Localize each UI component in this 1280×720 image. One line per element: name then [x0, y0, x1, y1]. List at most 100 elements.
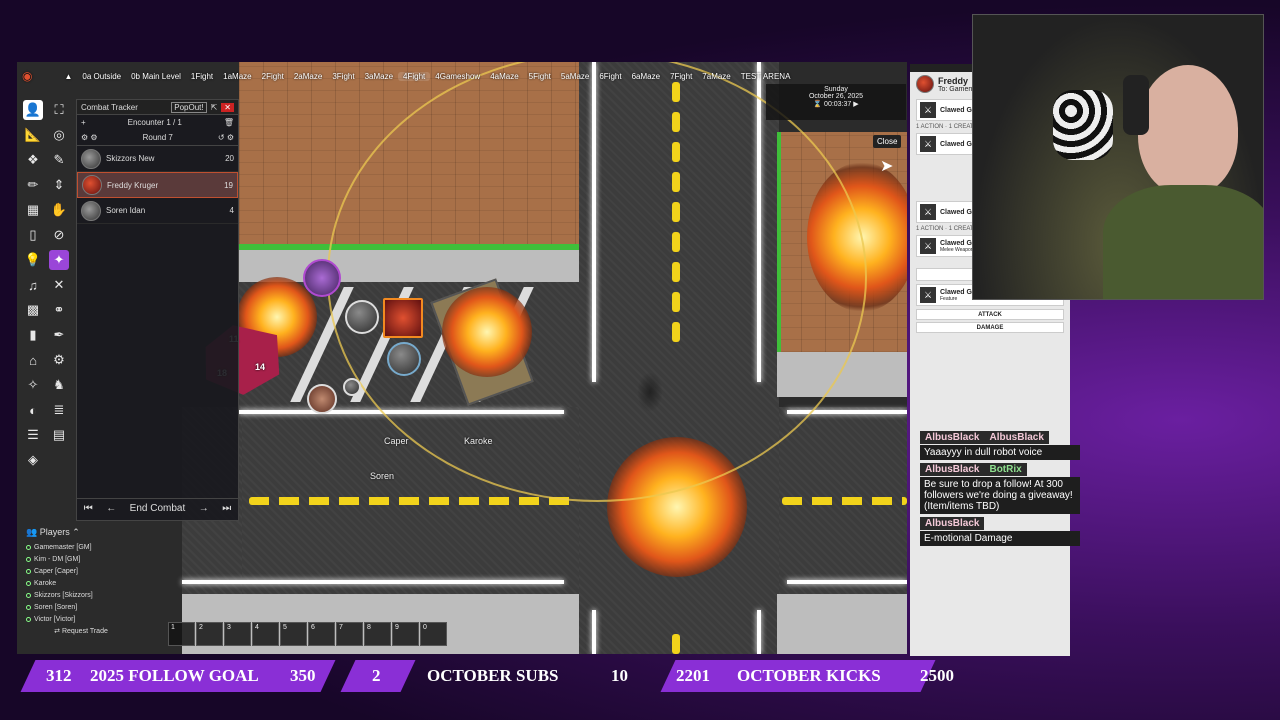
close-button[interactable]: Close [873, 135, 902, 148]
effects-icon[interactable]: ✦ [49, 250, 69, 270]
wand-icon[interactable]: ✧ [23, 375, 43, 395]
scene-tab[interactable]: 5aMaze [556, 72, 594, 81]
hotbar-slot[interactable]: 2 [196, 622, 223, 646]
request-trade-button[interactable]: ⇄ Request Trade [26, 627, 136, 635]
scene-tab[interactable]: 5Fight [524, 72, 556, 81]
token-controls-icon[interactable]: 👤 [23, 100, 43, 120]
scene-tab[interactable]: 6Fight [594, 72, 626, 81]
walls-icon[interactable]: ▦ [23, 200, 43, 220]
player-row[interactable]: Soren [Soren] [26, 601, 136, 613]
combatant-row[interactable]: Skizzors New 20 [77, 146, 238, 172]
elephant-icon[interactable]: ♞ [49, 375, 69, 395]
scene-tab[interactable]: 6aMaze [627, 72, 665, 81]
target-icon[interactable]: ◎ [49, 125, 69, 145]
reset-icon[interactable]: ↺ ⚙ [218, 133, 234, 142]
ruler-icon[interactable]: ✎ [49, 150, 69, 170]
last-turn-icon[interactable]: ⏭ [222, 503, 231, 514]
attack-button[interactable]: ATTACK [916, 309, 1064, 320]
player-row[interactable]: Caper [Caper] [26, 565, 136, 577]
link-icon[interactable]: ⚭ [49, 300, 69, 320]
scene-tab[interactable]: 0a Outside [77, 72, 126, 81]
layers-icon[interactable]: ◈ [23, 450, 43, 470]
sidewalk-bottom-right [777, 594, 907, 654]
bookmark-icon[interactable]: ▮ [23, 325, 43, 345]
calendar-widget[interactable]: Sunday October 26, 2025 ⌛ 00:03:37 ▶ [766, 84, 906, 120]
token-karoke[interactable] [343, 378, 361, 396]
hotbar-slot[interactable]: 4 [252, 622, 279, 646]
hotbar-slot[interactable]: 9 [392, 622, 419, 646]
token-skizzors[interactable] [345, 300, 379, 334]
scene-tab[interactable]: 7aMaze [697, 72, 735, 81]
previous-turn-icon[interactable]: ← [106, 503, 116, 514]
scene-tab[interactable]: 4Fight [398, 71, 431, 81]
scene-tab[interactable]: 3aMaze [360, 72, 398, 81]
select-icon[interactable]: ⛶ [49, 100, 69, 120]
database-icon[interactable]: ≣ [49, 400, 69, 420]
close-icon[interactable]: ✕ [221, 102, 234, 112]
players-header[interactable]: 👥 Players ⌃ [26, 527, 136, 538]
hotbar-slot[interactable]: 3 [224, 622, 251, 646]
trash-icon[interactable]: 🗑 [224, 118, 234, 127]
token-caper[interactable] [307, 384, 337, 414]
film-icon[interactable]: ▤ [49, 425, 69, 445]
sort-icon[interactable]: ⇕ [49, 175, 69, 195]
chat-username[interactable]: AlbusBlack [920, 463, 985, 476]
first-turn-icon[interactable]: ⏮ [84, 503, 93, 514]
next-turn-icon[interactable]: → [199, 503, 209, 514]
draw-icon[interactable]: ✏ [23, 175, 43, 195]
chat-username[interactable]: BotRix [984, 463, 1027, 476]
scene-tab[interactable]: 1Fight [186, 72, 218, 81]
hide-icon[interactable]: ⊘ [49, 225, 69, 245]
scene-tab[interactable]: 2aMaze [289, 72, 327, 81]
player-row[interactable]: Kim - DM [GM] [26, 553, 136, 565]
player-row[interactable]: Karoke [26, 577, 136, 589]
token-freddy-kruger[interactable] [383, 298, 423, 338]
player-row[interactable]: Victor [Victor] [26, 613, 136, 625]
building-icon[interactable]: ⌂ [23, 350, 43, 370]
settings-icons[interactable]: ⚙ ⚙ [81, 133, 98, 142]
scene-tab[interactable]: 0b Main Level [126, 72, 186, 81]
end-combat-button[interactable]: End Combat [130, 503, 186, 514]
hotbar-slot[interactable]: 0 [420, 622, 447, 646]
scene-tab[interactable]: 4Gameshow [430, 72, 485, 81]
chat-username[interactable]: AlbusBlack [920, 431, 985, 444]
scene-tab[interactable]: TEST ARENA [736, 72, 796, 81]
hotbar-slot[interactable]: 6 [308, 622, 335, 646]
hotbar-slot[interactable]: 1 [168, 622, 195, 646]
gear-icon[interactable]: ⚙ [49, 350, 69, 370]
door-icon[interactable]: ▯ [23, 225, 43, 245]
damage-button[interactable]: DAMAGE [916, 322, 1064, 333]
hotbar-slot[interactable]: 5 [280, 622, 307, 646]
scene-tab[interactable]: 3Fight [327, 72, 359, 81]
palette-icon[interactable]: ◐ [23, 400, 43, 420]
token-soren[interactable] [387, 342, 421, 376]
music-icon[interactable]: ♫ [23, 275, 43, 295]
grid-icon[interactable]: ▩ [23, 300, 43, 320]
light-icon[interactable]: 💡 [23, 250, 43, 270]
foundry-logo-icon[interactable]: ◉ [17, 69, 37, 83]
chat-username[interactable]: AlbusBlack [984, 431, 1049, 444]
add-encounter-icon[interactable]: + [81, 118, 86, 127]
chat-username[interactable]: AlbusBlack [920, 517, 985, 530]
tiles-icon[interactable]: ❖ [23, 150, 43, 170]
scene-tab[interactable]: 4aMaze [485, 72, 523, 81]
shadow-figure[interactable] [637, 372, 663, 412]
measure-icon[interactable]: 📐 [23, 125, 43, 145]
popout-button[interactable]: PopOut! [171, 101, 207, 113]
player-row[interactable]: Gamemaster [GM] [26, 541, 136, 553]
scene-tab[interactable]: 7Fight [665, 72, 697, 81]
combatant-row[interactable]: Soren Idan 4 [77, 198, 238, 224]
external-link-icon[interactable]: ⇱ [211, 103, 218, 112]
feather-icon[interactable]: ✒ [49, 325, 69, 345]
cross-icon[interactable]: ✕ [49, 275, 69, 295]
hotbar-slot[interactable]: 8 [364, 622, 391, 646]
scene-tab[interactable]: 1aMaze [218, 72, 256, 81]
scene-toggle-icon[interactable]: ▲ [59, 72, 77, 81]
scene-tab[interactable]: 2Fight [257, 72, 289, 81]
player-row[interactable]: Skizzors [Skizzors] [26, 589, 136, 601]
hand-icon[interactable]: ✋ [49, 200, 69, 220]
list-icon[interactable]: ☰ [23, 425, 43, 445]
token-purple[interactable] [303, 259, 341, 297]
combatant-row-active[interactable]: Freddy Kruger 19 [77, 172, 238, 198]
hotbar-slot[interactable]: 7 [336, 622, 363, 646]
